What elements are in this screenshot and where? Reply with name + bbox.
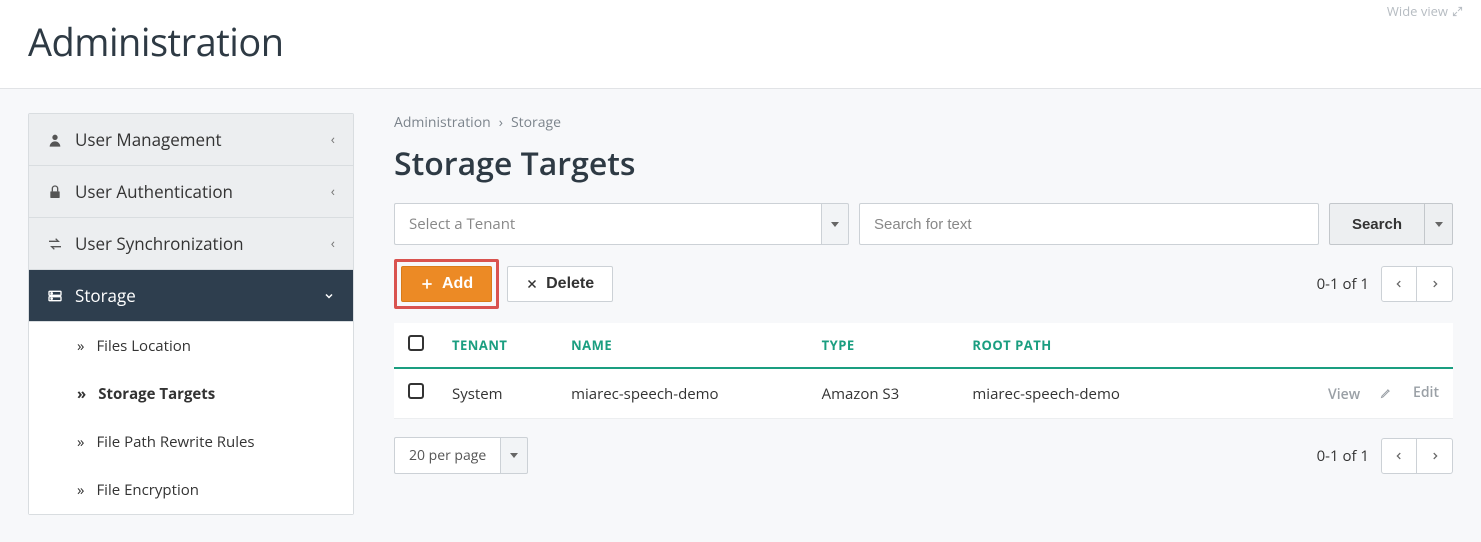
sidebar-item-user-authentication[interactable]: User Authentication ‹ <box>29 166 353 218</box>
sidebar-sub-files-location[interactable]: Files Location <box>29 322 353 370</box>
storage-icon <box>47 288 65 304</box>
chevron-left-icon: ‹ <box>331 234 335 253</box>
edit-icon <box>1380 387 1392 399</box>
expand-icon <box>1452 6 1463 17</box>
sidebar-sub-label: File Encryption <box>96 480 199 500</box>
caret-down-icon <box>510 453 518 458</box>
sidebar-sub-label: File Path Rewrite Rules <box>96 432 254 452</box>
cell-tenant: System <box>438 368 557 419</box>
search-button[interactable]: Search <box>1329 203 1425 245</box>
cell-name: miarec-speech-demo <box>557 368 807 419</box>
pagination-summary: 0-1 of 1 <box>1317 446 1369 466</box>
chevron-right-icon <box>1430 449 1440 463</box>
select-all-checkbox[interactable] <box>408 335 424 351</box>
page-title: Administration <box>28 16 1453 68</box>
sidebar-item-label: User Management <box>75 128 331 151</box>
next-page-button[interactable] <box>1417 266 1453 302</box>
per-page-dropdown-button[interactable] <box>500 437 528 474</box>
chevron-left-icon: ‹ <box>331 130 335 149</box>
close-icon <box>526 278 538 290</box>
sidebar-sub-storage-targets[interactable]: Storage Targets <box>29 370 353 418</box>
add-button-label: Add <box>442 275 473 293</box>
wide-view-toggle[interactable]: Wide view <box>1387 2 1463 20</box>
sidebar-item-label: User Synchronization <box>75 232 331 255</box>
cell-type: Amazon S3 <box>808 368 959 419</box>
sidebar-item-label: Storage <box>75 284 323 307</box>
chevron-left-icon: ‹ <box>331 182 335 201</box>
column-header-tenant[interactable]: TENANT <box>438 323 557 368</box>
column-header-root-path[interactable]: ROOT PATH <box>958 323 1208 368</box>
row-checkbox[interactable] <box>408 383 424 399</box>
edit-link[interactable]: Edit <box>1380 383 1439 402</box>
prev-page-button[interactable] <box>1381 438 1417 474</box>
plus-icon <box>420 277 434 291</box>
breadcrumb-leaf: Storage <box>511 113 561 132</box>
sidebar-sub-label: Storage Targets <box>98 384 215 404</box>
storage-targets-table: TENANT NAME TYPE ROOT PATH System miarec… <box>394 323 1453 419</box>
tenant-select-value: Select a Tenant <box>394 203 821 245</box>
prev-page-button[interactable] <box>1381 266 1417 302</box>
next-page-button[interactable] <box>1417 438 1453 474</box>
sidebar: User Management ‹ User Authentication ‹ … <box>28 113 354 515</box>
chevron-right-icon <box>1430 277 1440 291</box>
wide-view-label: Wide view <box>1387 2 1448 20</box>
add-button-highlight: Add <box>394 259 499 309</box>
sidebar-item-label: User Authentication <box>75 180 331 203</box>
search-dropdown-button[interactable] <box>1425 203 1453 245</box>
sidebar-item-user-synchronization[interactable]: User Synchronization ‹ <box>29 218 353 270</box>
caret-down-icon <box>831 222 839 227</box>
per-page-value: 20 per page <box>394 437 500 474</box>
sidebar-item-storage[interactable]: Storage <box>29 270 353 322</box>
main-content: Administration › Storage Storage Targets… <box>394 113 1453 474</box>
add-button[interactable]: Add <box>401 266 492 302</box>
pagination-summary: 0-1 of 1 <box>1317 274 1369 294</box>
search-input[interactable] <box>859 203 1319 245</box>
sidebar-item-user-management[interactable]: User Management ‹ <box>29 114 353 166</box>
chevron-right-icon: › <box>499 113 503 132</box>
view-link[interactable]: View <box>1312 385 1360 404</box>
column-header-type[interactable]: TYPE <box>808 323 959 368</box>
breadcrumb-root[interactable]: Administration <box>394 113 491 132</box>
breadcrumb: Administration › Storage <box>394 113 1453 132</box>
sidebar-sub-file-encryption[interactable]: File Encryption <box>29 466 353 514</box>
sidebar-sub-label: Files Location <box>96 336 191 356</box>
delete-button-label: Delete <box>546 275 594 293</box>
chevron-down-icon <box>323 290 335 302</box>
table-row[interactable]: System miarec-speech-demo Amazon S3 miar… <box>394 368 1453 419</box>
lock-icon <box>47 184 65 200</box>
user-icon <box>47 132 65 148</box>
sidebar-sub-file-path-rewrite[interactable]: File Path Rewrite Rules <box>29 418 353 466</box>
cell-root-path: miarec-speech-demo <box>958 368 1208 419</box>
chevron-left-icon <box>1394 277 1404 291</box>
chevron-left-icon <box>1394 449 1404 463</box>
caret-down-icon <box>1435 222 1443 227</box>
column-header-name[interactable]: NAME <box>557 323 807 368</box>
sync-icon <box>47 236 65 252</box>
per-page-select[interactable]: 20 per page <box>394 437 528 474</box>
section-title: Storage Targets <box>394 142 1453 185</box>
tenant-select-dropdown-button[interactable] <box>821 203 849 245</box>
tenant-select[interactable]: Select a Tenant <box>394 203 849 245</box>
delete-button[interactable]: Delete <box>507 266 613 302</box>
